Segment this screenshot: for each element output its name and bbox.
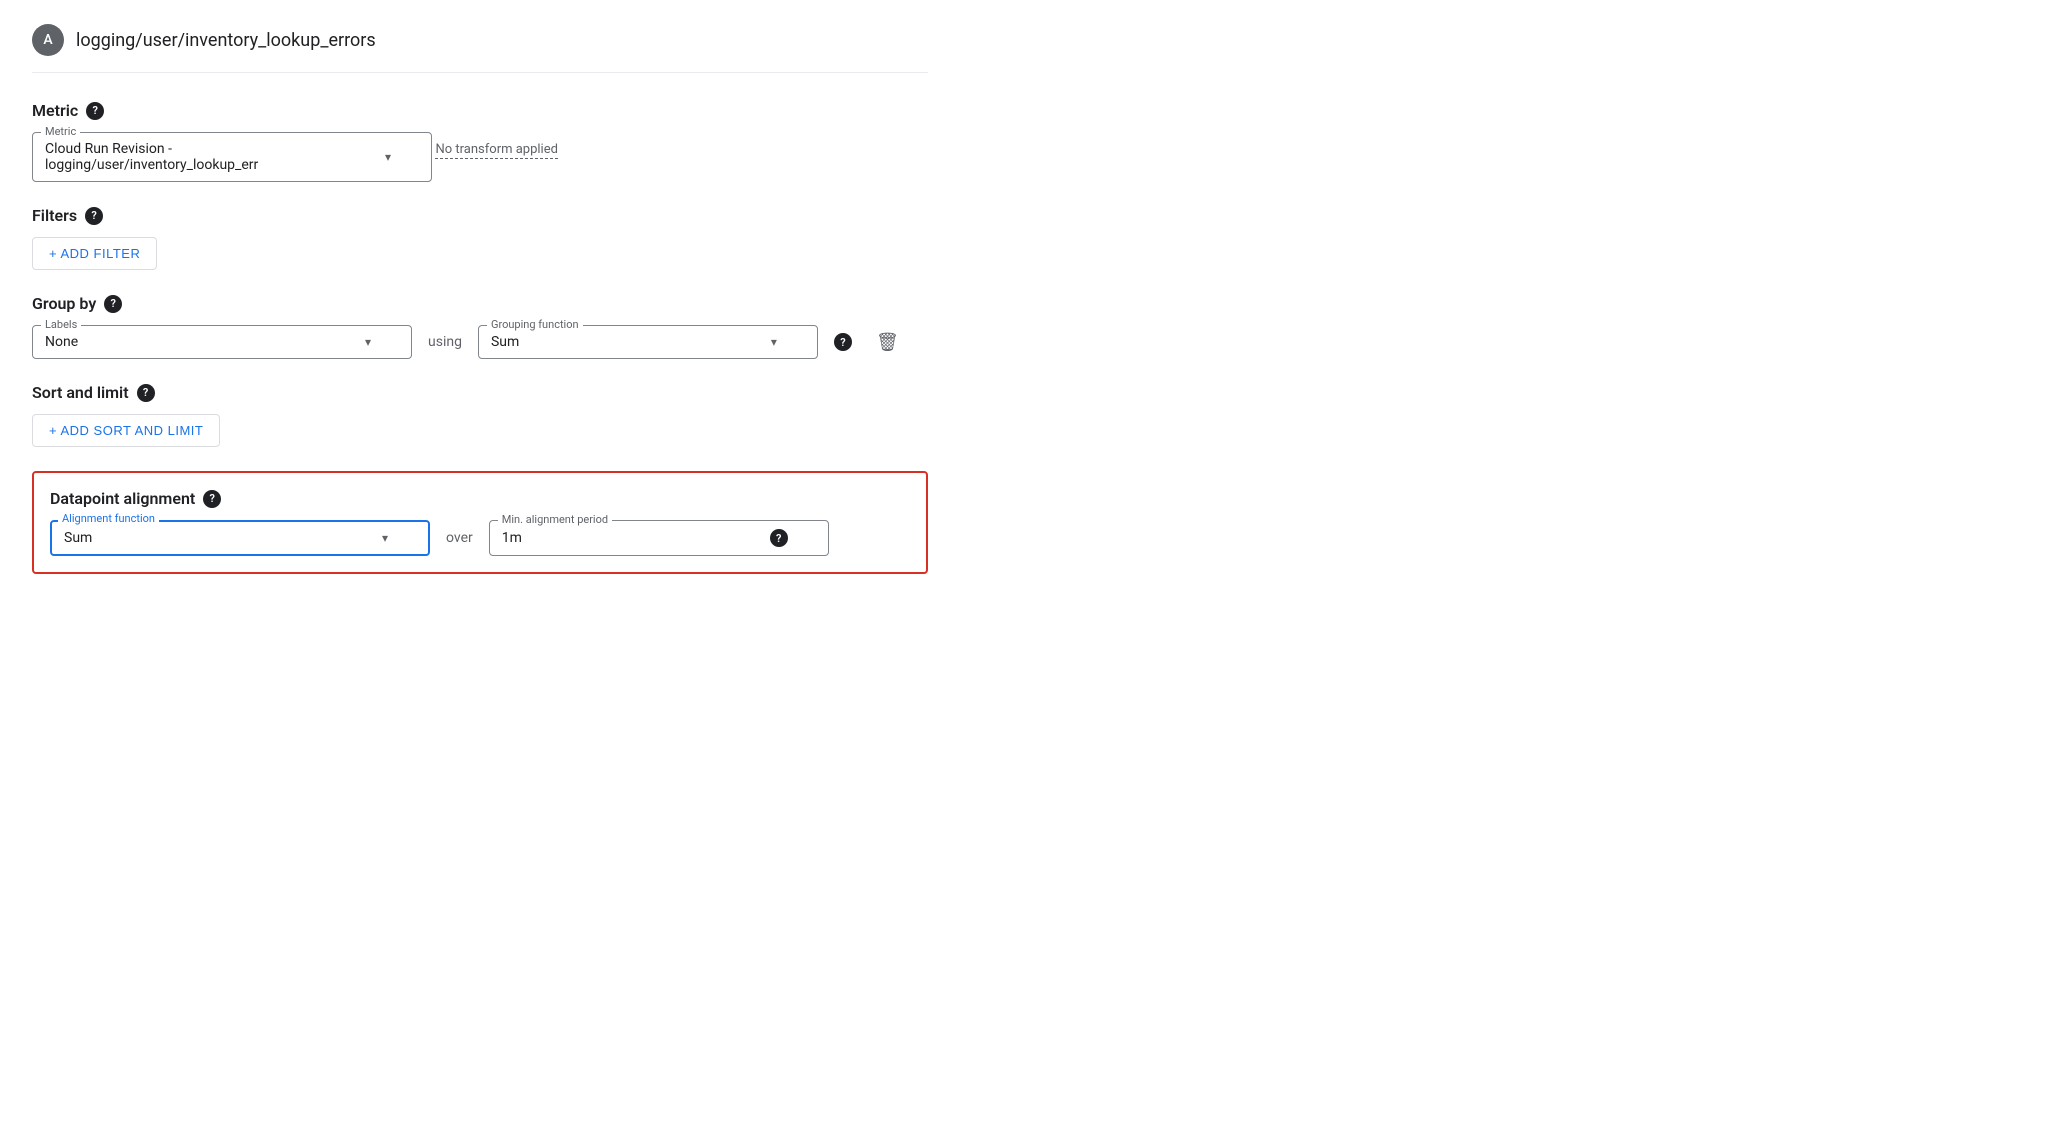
sort-limit-help-icon[interactable]: ?: [137, 384, 155, 402]
add-sort-limit-button[interactable]: + ADD SORT AND LIMIT: [32, 414, 220, 447]
grouping-function-help-icon[interactable]: ?: [834, 333, 852, 351]
group-by-row: Labels None ▾ using Grouping function Su…: [32, 325, 928, 359]
metric-label: Metric: [32, 101, 78, 120]
min-alignment-help-icon[interactable]: ?: [770, 529, 788, 547]
page-title: logging/user/inventory_lookup_errors: [76, 30, 376, 51]
datapoint-alignment-header: Datapoint alignment ?: [50, 489, 910, 508]
filters-section: Filters ? + ADD FILTER: [32, 206, 928, 270]
group-by-help-icon[interactable]: ?: [104, 295, 122, 313]
no-transform-link[interactable]: No transform applied: [435, 142, 557, 159]
filters-help-icon[interactable]: ?: [85, 207, 103, 225]
grouping-function-container: Grouping function Sum ▾: [478, 325, 818, 359]
metric-select-container: Metric Cloud Run Revision - logging/user…: [32, 132, 432, 182]
min-alignment-container: Min. alignment period 1m ?: [489, 520, 829, 556]
group-by-label: Group by: [32, 294, 96, 313]
labels-value: None: [45, 334, 78, 350]
page-header: A logging/user/inventory_lookup_errors: [32, 24, 928, 73]
avatar: A: [32, 24, 64, 56]
min-alignment-select[interactable]: Min. alignment period 1m ?: [489, 520, 829, 556]
alignment-function-field-label: Alignment function: [58, 512, 159, 525]
labels-field-label: Labels: [41, 318, 81, 331]
metric-chevron-icon: ▾: [385, 150, 391, 164]
metric-field-label: Metric: [41, 125, 80, 138]
alignment-chevron-icon: ▾: [382, 531, 388, 545]
grouping-function-value: Sum: [491, 334, 519, 350]
add-filter-button[interactable]: + ADD FILTER: [32, 237, 157, 270]
labels-chevron-icon: ▾: [365, 335, 371, 349]
alignment-row: Alignment function Sum ▾ over Min. align…: [50, 520, 910, 556]
using-label: using: [428, 334, 462, 350]
grouping-function-select[interactable]: Grouping function Sum ▾: [478, 325, 818, 359]
sort-limit-label: Sort and limit: [32, 383, 129, 402]
alignment-function-value: Sum: [64, 530, 92, 546]
datapoint-alignment-help-icon[interactable]: ?: [203, 490, 221, 508]
filters-label: Filters: [32, 206, 77, 225]
group-by-section-header: Group by ?: [32, 294, 928, 313]
metric-select[interactable]: Metric Cloud Run Revision - logging/user…: [32, 132, 432, 182]
labels-select[interactable]: Labels None ▾: [32, 325, 412, 359]
metric-selected-value: Cloud Run Revision - logging/user/invent…: [45, 141, 377, 173]
min-alignment-field-label: Min. alignment period: [498, 513, 612, 526]
sort-limit-header: Sort and limit ?: [32, 383, 928, 402]
grouping-function-label: Grouping function: [487, 318, 583, 331]
grouping-chevron-icon: ▾: [771, 335, 777, 349]
datapoint-alignment-label: Datapoint alignment: [50, 489, 195, 508]
datapoint-alignment-section: Datapoint alignment ? Alignment function…: [32, 471, 928, 574]
metric-section: Metric ? Metric Cloud Run Revision - log…: [32, 101, 928, 182]
group-by-section: Group by ? Labels None ▾ using Grouping …: [32, 294, 928, 359]
metric-section-header: Metric ?: [32, 101, 928, 120]
alignment-function-container: Alignment function Sum ▾: [50, 520, 430, 556]
delete-group-by-icon[interactable]: 🗑: [876, 332, 899, 353]
alignment-function-select[interactable]: Alignment function Sum ▾: [50, 520, 430, 556]
sort-limit-section: Sort and limit ? + ADD SORT AND LIMIT: [32, 383, 928, 447]
labels-select-container: Labels None ▾: [32, 325, 412, 359]
filters-section-header: Filters ?: [32, 206, 928, 225]
metric-help-icon[interactable]: ?: [86, 102, 104, 120]
min-alignment-value: 1m: [502, 530, 522, 546]
over-label: over: [446, 530, 473, 546]
